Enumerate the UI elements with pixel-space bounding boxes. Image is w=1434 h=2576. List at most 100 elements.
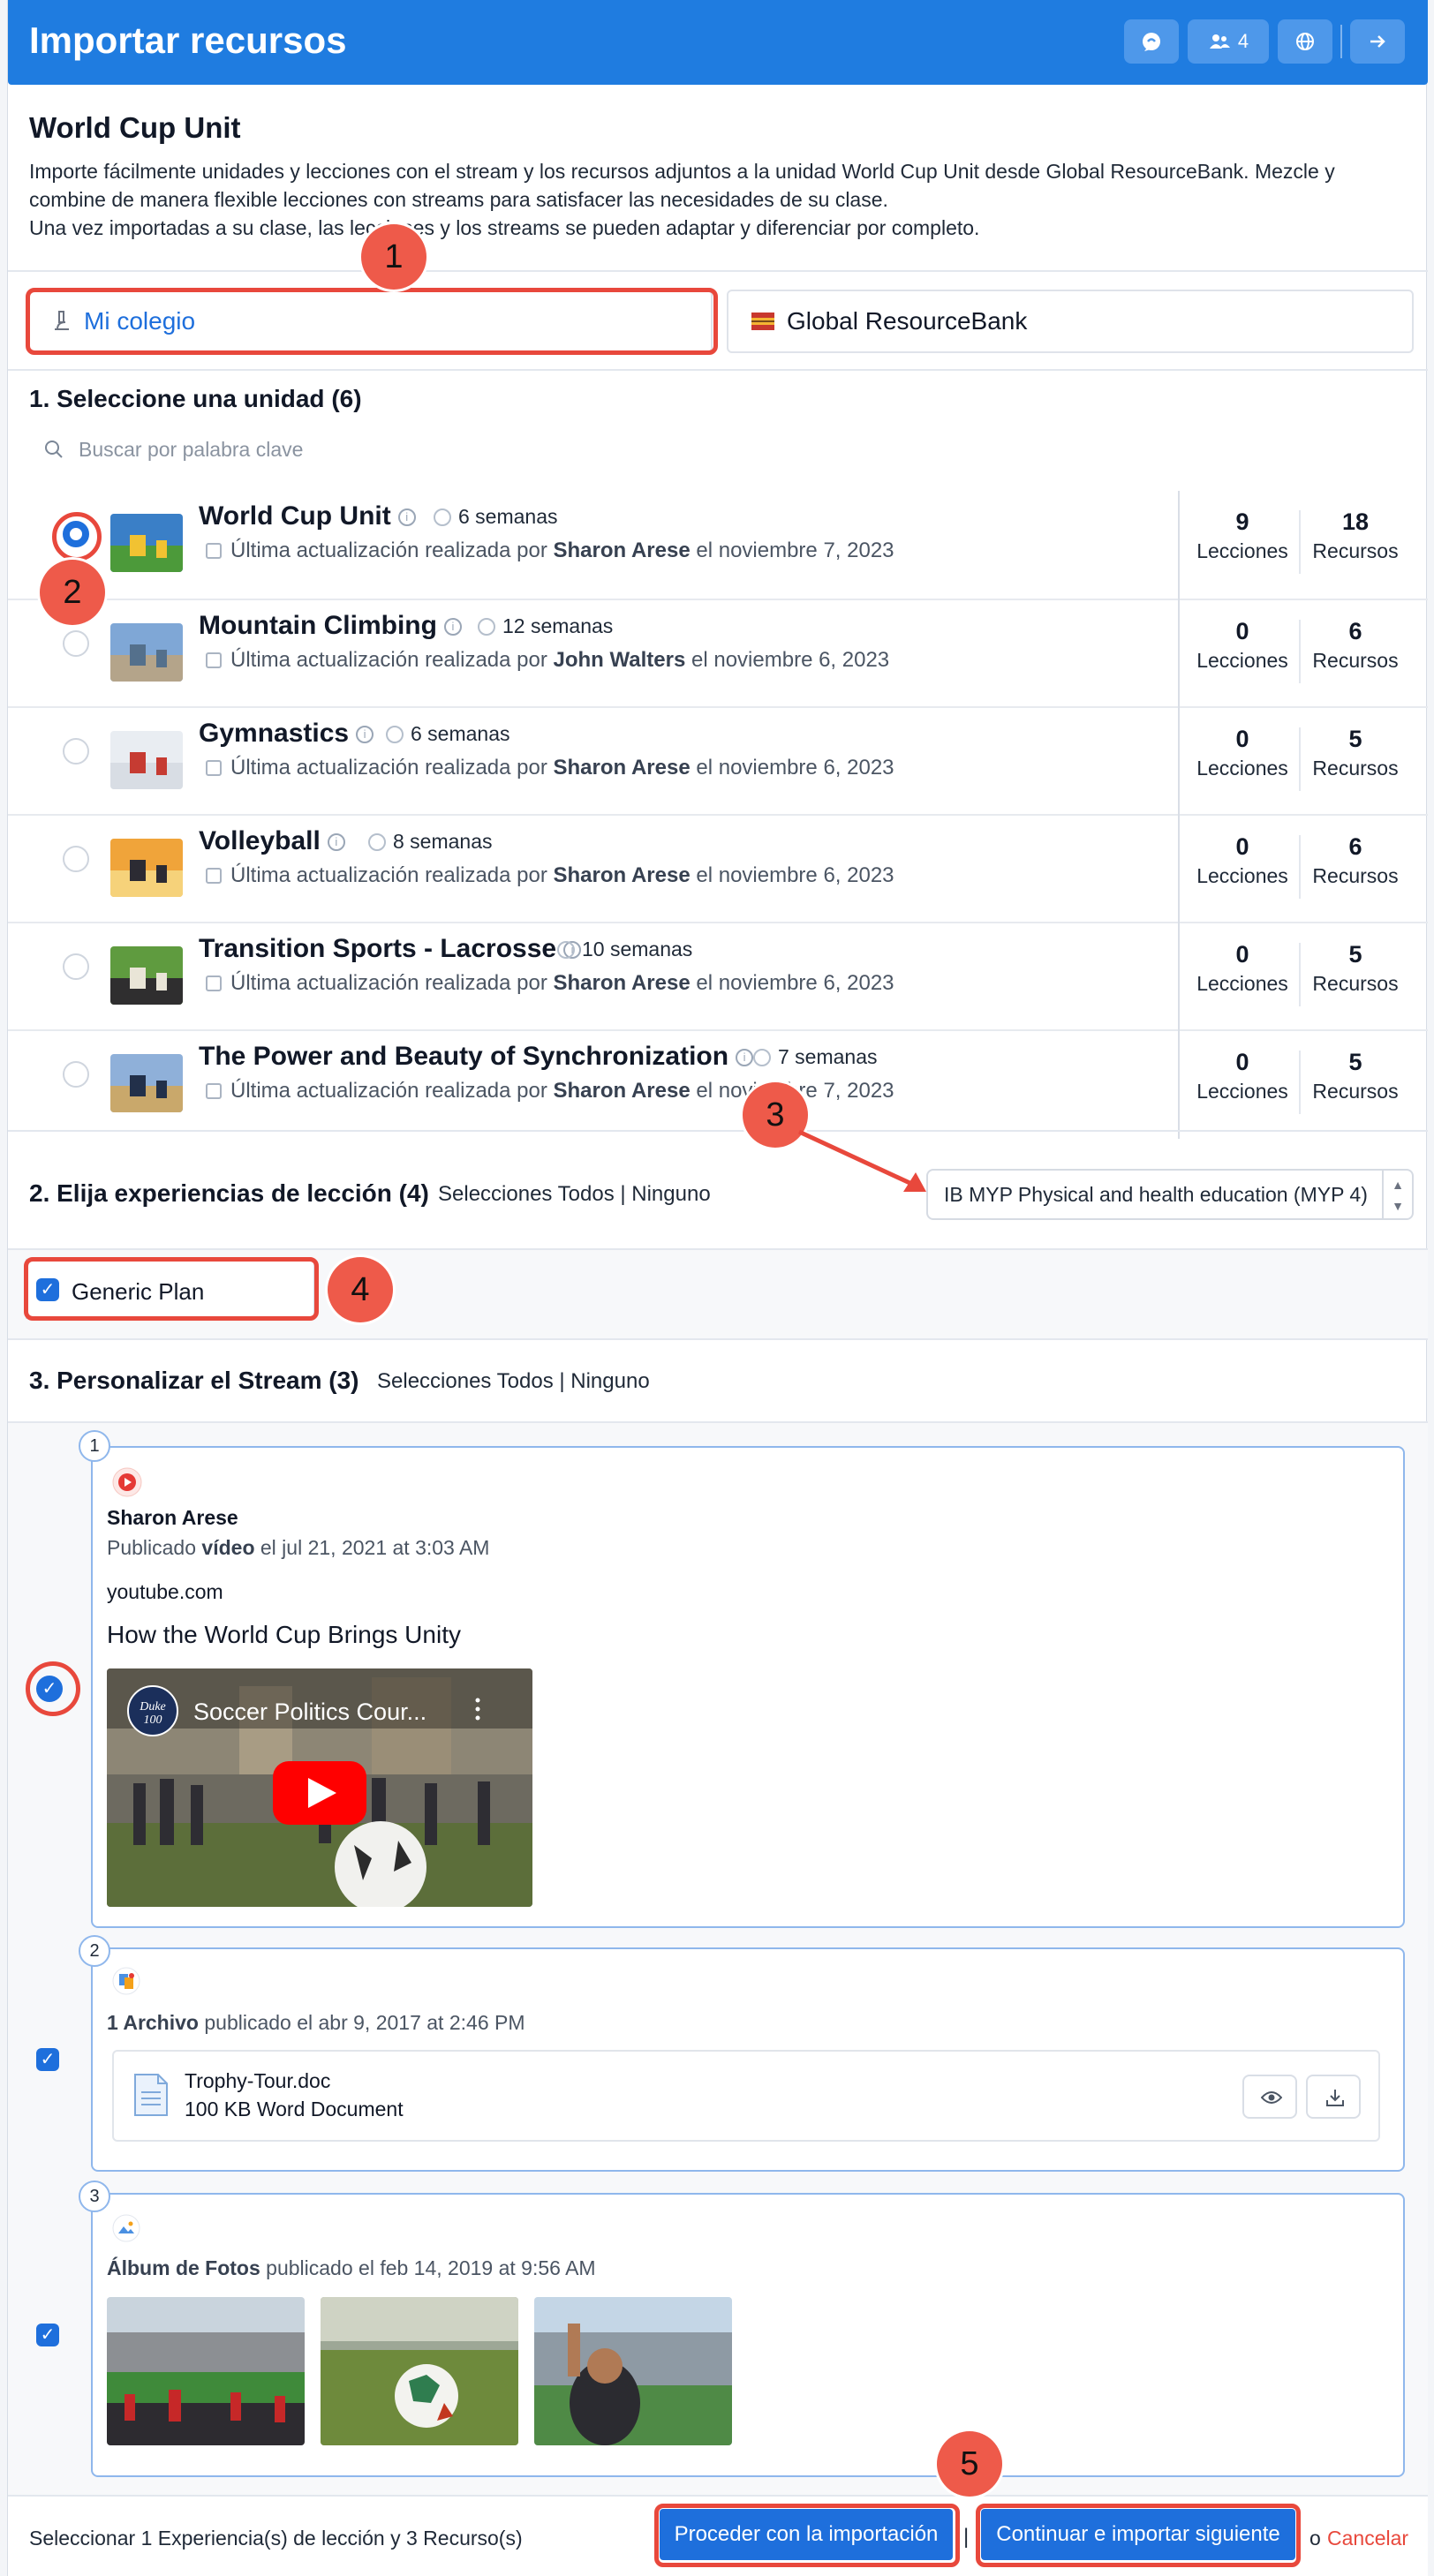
unit-updated: Última actualización realizada por John …	[206, 648, 889, 673]
intro-line-1: Importe fácilmente unidades y lecciones …	[29, 160, 1335, 211]
unit-radio[interactable]	[63, 953, 89, 980]
info-icon[interactable]: i	[327, 833, 345, 852]
annotation-badge: 1	[361, 224, 426, 290]
updated-prefix: Última actualización realizada por	[230, 756, 547, 780]
unit-weeks: 12 semanas	[502, 614, 614, 637]
ball-photo	[321, 2297, 518, 2445]
select-all-link[interactable]: Selecciones Todos	[377, 1369, 554, 1393]
unit-title[interactable]: Transition Sports - Lacrosse i	[199, 934, 582, 964]
unit-date: noviembre 6, 2023	[713, 648, 890, 672]
unit-lessons-stat: 0 Lecciones	[1186, 833, 1299, 888]
exit-button[interactable]	[1350, 19, 1405, 64]
stats-divider	[1178, 491, 1180, 1139]
cancel-link[interactable]: Cancelar	[1327, 2527, 1408, 2550]
resources-count: 5	[1348, 1049, 1362, 1075]
unit-author: Sharon Arese	[553, 863, 691, 887]
unit-resources-stat: 5 Recursos	[1299, 1049, 1412, 1103]
calendar-icon	[206, 652, 222, 668]
updated-prefix: Última actualización realizada por	[230, 539, 547, 562]
members-button[interactable]: 4	[1188, 19, 1269, 64]
resources-label: Recursos	[1312, 864, 1399, 887]
unit-row[interactable]: Transition Sports - Lacrosse i 10 semanas…	[8, 922, 1428, 1029]
info-icon[interactable]: i	[356, 726, 374, 744]
arrow-right-icon	[1370, 35, 1385, 48]
stream-item-checkbox[interactable]: ✓	[36, 2048, 59, 2071]
unit-lessons-stat: 0 Lecciones	[1186, 618, 1299, 673]
search-bar[interactable]: Buscar por palabra clave	[43, 436, 303, 463]
divider	[8, 270, 1428, 272]
people-icon	[1209, 34, 1230, 49]
info-icon[interactable]: i	[443, 618, 462, 636]
album-photo[interactable]	[321, 2297, 518, 2445]
curriculum-select[interactable]: IB MYP Physical and health education (MY…	[926, 1169, 1414, 1220]
info-icon[interactable]: i	[736, 1049, 754, 1067]
info-icon[interactable]: i	[397, 508, 416, 527]
or-text: o	[1309, 2527, 1321, 2550]
unit-title[interactable]: Gymnastics i	[199, 719, 374, 749]
tab-global-resourcebank[interactable]: Global ResourceBank	[727, 290, 1414, 353]
calendar-icon	[206, 868, 222, 884]
unit-row[interactable]: Mountain Climbing i 12 semanas Última act…	[8, 599, 1428, 706]
search-input[interactable]: Buscar por palabra clave	[79, 438, 303, 462]
stream-author: Sharon Arese	[107, 1506, 238, 1529]
updated-prefix: Última actualización realizada por	[230, 1079, 547, 1103]
youtube-icon	[112, 1467, 142, 1497]
unit-title[interactable]: Volleyball i	[199, 826, 345, 856]
select-all-link[interactable]: Selecciones Todos	[438, 1182, 615, 1206]
annotation-badge: 4	[328, 1257, 393, 1322]
video-thumbnail[interactable]: Duke 100 Soccer Politics Cour...	[107, 1668, 532, 1907]
resources-count: 6	[1348, 833, 1362, 860]
unit-title-text: World Cup Unit	[199, 501, 391, 531]
unit-row[interactable]: Gymnastics i 6 semanas Última actualizaci…	[8, 706, 1428, 814]
unit-title[interactable]: World Cup Unit i	[199, 501, 416, 531]
unit-updated: Última actualización realizada por Sharo…	[206, 539, 894, 563]
unit-radio[interactable]	[63, 846, 89, 872]
unit-title[interactable]: Mountain Climbing i	[199, 611, 462, 641]
published-kind: 1 Archivo	[107, 2011, 199, 2034]
date-prefix: el	[696, 971, 713, 995]
unit-row[interactable]: The Power and Beauty of Synchronization i…	[8, 1029, 1428, 1137]
unit-thumbnail	[110, 1054, 183, 1112]
published-kind: vídeo	[201, 1536, 255, 1559]
preview-button[interactable]	[1242, 2075, 1297, 2119]
channel-logo: Duke 100	[140, 1700, 166, 1727]
unit-date: noviembre 6, 2023	[718, 756, 894, 780]
unit-row[interactable]: Volleyball i 8 semanas Última actualizaci…	[8, 814, 1428, 922]
chat-button[interactable]	[1124, 19, 1179, 64]
unit-date: noviembre 6, 2023	[718, 971, 894, 995]
members-count: 4	[1237, 30, 1249, 52]
unit-lessons-stat: 0 Lecciones	[1186, 941, 1299, 996]
clock-icon	[368, 833, 386, 851]
unit-image	[110, 731, 183, 789]
album-photo[interactable]	[534, 2297, 732, 2445]
published-date: publicado el abr 9, 2017 at 2:46 PM	[204, 2011, 525, 2034]
album-photo[interactable]	[107, 2297, 305, 2445]
stream-item-checkbox[interactable]: ✓	[36, 2324, 59, 2346]
stream-item-number: 1	[79, 1430, 110, 1462]
unit-resources-stat: 6 Recursos	[1299, 618, 1412, 673]
unit-radio[interactable]	[63, 630, 89, 657]
unit-date: noviembre 7, 2023	[718, 1079, 894, 1103]
unit-radio[interactable]	[63, 738, 89, 765]
unit-updated: Última actualización realizada por Sharo…	[206, 971, 894, 996]
resources-count: 18	[1341, 508, 1370, 535]
select-none-link[interactable]: Ninguno	[631, 1182, 710, 1206]
unit-row[interactable]: World Cup Unit i 6 semanas Última actuali…	[8, 491, 1428, 599]
lessons-section-title: 2. Elija experiencias de lección (4)	[29, 1179, 429, 1207]
language-button[interactable]	[1278, 19, 1332, 64]
select-none-link[interactable]: Ninguno	[570, 1369, 649, 1393]
unit-radio[interactable]	[63, 1061, 89, 1088]
unit-weeks: 8 semanas	[393, 830, 493, 853]
resources-label: Recursos	[1312, 649, 1399, 672]
unit-thumbnail	[110, 731, 183, 789]
unit-resources-stat: 6 Recursos	[1299, 833, 1412, 888]
stadium-photo	[107, 2297, 305, 2445]
date-prefix: el	[696, 863, 713, 887]
unit-title[interactable]: The Power and Beauty of Synchronization i	[199, 1042, 754, 1072]
unit-resources-stat: 18 Recursos	[1299, 508, 1412, 563]
lessons-label: Lecciones	[1196, 649, 1288, 672]
image-icon	[112, 2214, 140, 2242]
download-button[interactable]	[1306, 2075, 1361, 2119]
unit-heading: World Cup Unit	[29, 111, 241, 144]
unit-lessons-stat: 9 Lecciones	[1186, 508, 1299, 563]
